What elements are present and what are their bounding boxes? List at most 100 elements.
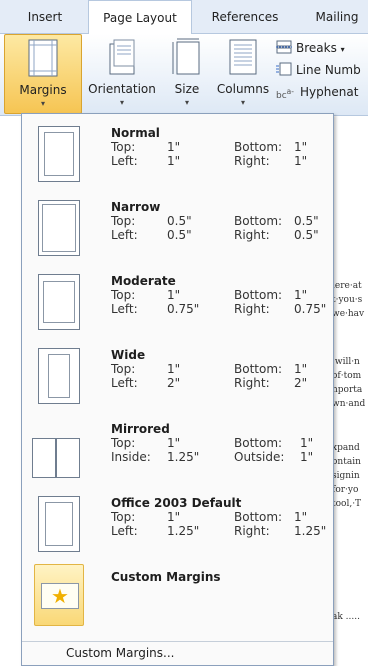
preset-label: Left: bbox=[111, 228, 138, 242]
ribbon-tab-bar: Insert Page Layout References Mailing bbox=[0, 0, 368, 35]
preset-value: 0.75" bbox=[167, 302, 200, 316]
preset-label: Right: bbox=[234, 228, 270, 242]
margin-preset-custom[interactable]: ★ Custom Margins bbox=[24, 564, 331, 634]
preset-label: Top: bbox=[111, 214, 136, 228]
preset-value: 0.5" bbox=[294, 214, 319, 228]
preset-value: 0.5" bbox=[294, 228, 319, 242]
breaks-button[interactable]: Breaks ▾ bbox=[276, 38, 345, 58]
margin-preset-narrow[interactable]: Narrow Top: 0.5" Bottom: 0.5" Left: 0.5"… bbox=[24, 192, 331, 266]
preset-label: Bottom: bbox=[234, 214, 283, 228]
preset-label: Bottom: bbox=[234, 510, 283, 524]
hyphenation-label: Hyphenat bbox=[300, 85, 359, 99]
chevron-down-icon: ▾ bbox=[240, 98, 245, 107]
document-text-line: tool,·T bbox=[332, 499, 362, 509]
preset-label: Top: bbox=[111, 510, 136, 524]
chevron-down-icon: ▾ bbox=[340, 45, 345, 54]
chevron-down-icon: ▾ bbox=[119, 98, 124, 107]
tab-mailings[interactable]: Mailing bbox=[306, 0, 368, 34]
line-numbers-icon bbox=[276, 62, 292, 76]
preset-label: Bottom: bbox=[234, 288, 283, 302]
mirrored-pages-icon bbox=[24, 422, 94, 478]
line-numbers-button[interactable]: Line Numb bbox=[276, 60, 361, 80]
document-text-line: t·you·s bbox=[332, 295, 363, 305]
preset-name: Wide bbox=[111, 348, 146, 362]
document-text-line: we·hav bbox=[332, 309, 365, 319]
tab-references[interactable]: References bbox=[200, 0, 290, 34]
preset-value: 1" bbox=[294, 288, 308, 302]
breaks-label: Breaks bbox=[296, 41, 337, 55]
preset-value: 1" bbox=[167, 288, 181, 302]
preset-value: 1" bbox=[167, 154, 181, 168]
preset-value: 1" bbox=[167, 510, 181, 524]
columns-button[interactable]: Columns ▾ bbox=[214, 34, 272, 114]
preset-label: Left: bbox=[111, 302, 138, 316]
preset-label: Top: bbox=[111, 436, 136, 450]
preset-label: Right: bbox=[234, 524, 270, 538]
preset-value: 0.5" bbox=[167, 214, 192, 228]
preset-name: Normal bbox=[111, 126, 160, 140]
preset-name: Narrow bbox=[111, 200, 161, 214]
preset-name: Moderate bbox=[111, 274, 176, 288]
margin-preset-wide[interactable]: Wide Top: 1" Bottom: 1" Left: 2" Right: … bbox=[24, 340, 331, 414]
preset-value: 0.75" bbox=[294, 302, 327, 316]
margin-preset-moderate[interactable]: Moderate Top: 1" Bottom: 1" Left: 0.75" … bbox=[24, 266, 331, 340]
size-button[interactable]: Size ▾ bbox=[164, 34, 210, 114]
preset-value: 1.25" bbox=[167, 450, 200, 464]
preset-name: Custom Margins bbox=[111, 570, 221, 584]
preset-value: 1.25" bbox=[167, 524, 200, 538]
preset-name: Office 2003 Default bbox=[111, 496, 242, 510]
preset-label: Bottom: bbox=[234, 140, 283, 154]
preset-label: Top: bbox=[111, 362, 136, 376]
preset-value: 1" bbox=[167, 140, 181, 154]
page-margins-icon bbox=[38, 496, 80, 552]
preset-value: 1" bbox=[294, 362, 308, 376]
preset-label: Outside: bbox=[234, 450, 285, 464]
preset-label: Top: bbox=[111, 288, 136, 302]
document-text-line: wn·and bbox=[332, 399, 366, 409]
margin-preset-mirrored[interactable]: Mirrored Top: 1" Bottom: 1" Inside: 1.25… bbox=[24, 414, 331, 488]
margins-label: Margins bbox=[19, 83, 67, 97]
document-text-line: ak ..... bbox=[332, 612, 360, 622]
preset-label: Left: bbox=[111, 154, 138, 168]
document-text-line: of·tom bbox=[332, 371, 362, 381]
star-icon: ★ bbox=[41, 583, 79, 609]
preset-value: 1" bbox=[167, 362, 181, 376]
custom-margins-command[interactable]: Custom Margins... bbox=[66, 646, 174, 660]
preset-value: 2" bbox=[167, 376, 181, 390]
preset-label: Right: bbox=[234, 376, 270, 390]
orientation-button[interactable]: Orientation ▾ bbox=[84, 34, 160, 114]
page-margins-icon bbox=[38, 274, 80, 330]
document-text-line: signin bbox=[332, 471, 360, 481]
columns-label: Columns bbox=[216, 82, 270, 96]
breaks-icon bbox=[276, 40, 292, 54]
tab-insert[interactable]: Insert bbox=[14, 0, 76, 34]
document-text-line: xpand bbox=[332, 443, 360, 453]
custom-margins-thumbnail: ★ bbox=[34, 564, 84, 626]
margins-icon bbox=[28, 39, 58, 77]
document-text-line: lere·at bbox=[332, 281, 362, 291]
preset-label: Top: bbox=[111, 140, 136, 154]
preset-value: 1" bbox=[300, 450, 314, 464]
margin-preset-office-2003-default[interactable]: Office 2003 Default Top: 1" Bottom: 1" L… bbox=[24, 488, 331, 562]
chevron-down-icon: ▾ bbox=[184, 98, 189, 107]
preset-value: 1" bbox=[300, 436, 314, 450]
preset-value: 1" bbox=[294, 154, 308, 168]
document-text-line: ontain bbox=[332, 457, 361, 467]
hyphenation-button[interactable]: bca- Hyphenat bbox=[276, 82, 358, 102]
document-text-line: for·yo bbox=[332, 485, 359, 495]
chevron-down-icon: ▾ bbox=[40, 99, 45, 108]
tab-page-layout[interactable]: Page Layout bbox=[88, 0, 192, 35]
margin-preset-normal[interactable]: Normal Top: 1" Bottom: 1" Left: 1" Right… bbox=[24, 118, 331, 192]
orientation-icon bbox=[109, 39, 135, 75]
page-size-icon bbox=[172, 38, 200, 75]
orientation-label: Orientation bbox=[88, 82, 156, 96]
preset-value: 1" bbox=[167, 436, 181, 450]
line-numbers-label: Line Numb bbox=[296, 63, 361, 77]
margins-button[interactable]: Margins ▾ bbox=[4, 34, 82, 114]
margins-dropdown-menu: Normal Top: 1" Bottom: 1" Left: 1" Right… bbox=[21, 113, 334, 666]
hyphenation-icon: bca- bbox=[276, 87, 294, 101]
preset-label: Right: bbox=[234, 154, 270, 168]
preset-label: Left: bbox=[111, 376, 138, 390]
preset-label: Left: bbox=[111, 524, 138, 538]
preset-label: Bottom: bbox=[234, 436, 283, 450]
